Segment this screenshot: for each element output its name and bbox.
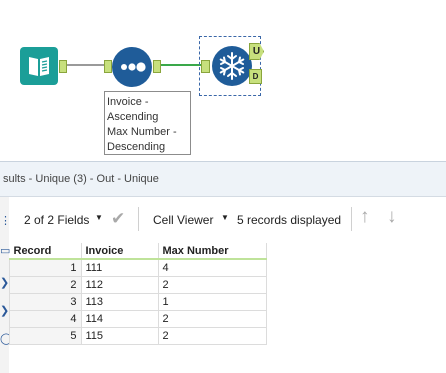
annotation-line: Max Number -: [107, 126, 177, 138]
table-cell[interactable]: 112: [80, 276, 159, 294]
column-header[interactable]: Max Number: [158, 243, 267, 260]
table-cell[interactable]: 113: [80, 293, 159, 311]
connection-line-active: [160, 64, 201, 66]
input-data-tool[interactable]: [20, 47, 58, 85]
toolbar-divider: [351, 207, 352, 231]
arrow-up-icon[interactable]: ↑: [360, 206, 370, 228]
circle-icon[interactable]: ◯: [0, 331, 12, 347]
unique-output-anchor[interactable]: U: [249, 43, 264, 60]
table-cell[interactable]: 111: [80, 258, 159, 277]
record-cell: 3: [9, 293, 82, 311]
header-row: Record Invoice Max Number: [9, 243, 267, 260]
checkmark-icon[interactable]: ✔: [111, 209, 125, 229]
book-icon: [29, 57, 49, 76]
table-row[interactable]: 4 114 2: [9, 310, 267, 328]
table-row[interactable]: 1 111 4: [9, 258, 267, 277]
input-anchor[interactable]: [201, 60, 210, 73]
grid-icon[interactable]: ⋮: [0, 213, 11, 229]
results-toolbar: 2 of 2 Fields ▼ ✔ Cell Viewer ▼ 5 record…: [0, 197, 446, 241]
record-cell: 5: [9, 327, 82, 345]
arrow-down-icon[interactable]: ↓: [387, 206, 397, 228]
table-row[interactable]: 3 113 1: [9, 293, 267, 311]
table-icon[interactable]: ▭: [0, 243, 10, 259]
workflow-canvas[interactable]: U D Invoice - Ascending Max Number - Des…: [0, 0, 446, 161]
table-cell[interactable]: 2: [157, 276, 267, 294]
results-window-header: sults - Unique (3) - Out - Unique: [0, 161, 446, 197]
input-anchor[interactable]: [104, 60, 112, 73]
side-strip: ⋮ ▭ ❯ ❯ ◯: [0, 197, 12, 373]
record-cell: 2: [9, 276, 82, 294]
table-cell[interactable]: 114: [80, 310, 159, 328]
annotation-line: Ascending: [107, 111, 159, 123]
unique-tool[interactable]: [212, 46, 252, 86]
column-header[interactable]: Invoice: [81, 243, 159, 260]
table-cell[interactable]: 4: [157, 258, 267, 277]
fields-selector[interactable]: 2 of 2 Fields: [24, 213, 89, 227]
column-header[interactable]: Record: [9, 243, 82, 260]
results-title: sults - Unique (3) - Out - Unique: [3, 173, 159, 185]
chevron-right-icon[interactable]: ❯: [0, 303, 9, 319]
table-row[interactable]: 5 115 2: [9, 327, 267, 345]
record-cell: 4: [9, 310, 82, 328]
output-anchor[interactable]: [59, 60, 67, 73]
duplicate-output-anchor[interactable]: D: [249, 69, 262, 84]
dots-icon: [121, 62, 146, 72]
table-cell[interactable]: 1: [157, 293, 267, 311]
connection-line: [66, 64, 104, 66]
results-grid: Record Invoice Max Number 1 111 4 2 112 …: [9, 243, 267, 345]
sort-tool[interactable]: [112, 47, 152, 87]
record-cell: 1: [9, 258, 82, 277]
table-cell[interactable]: 2: [157, 327, 267, 345]
output-anchor[interactable]: [153, 60, 161, 73]
chevron-right-icon[interactable]: ❯: [0, 275, 9, 291]
snowflake-icon: [219, 52, 245, 80]
table-row[interactable]: 2 112 2: [9, 276, 267, 294]
cell-viewer-dropdown[interactable]: Cell Viewer: [153, 213, 213, 227]
caret-down-icon[interactable]: ▼: [221, 213, 229, 222]
table-cell[interactable]: 2: [157, 310, 267, 328]
tool-annotation: Invoice - Ascending Max Number - Descend…: [104, 91, 191, 155]
annotation-line: Invoice -: [107, 96, 149, 108]
toolbar-divider: [138, 207, 139, 231]
records-count: 5 records displayed: [237, 213, 342, 227]
caret-down-icon[interactable]: ▼: [95, 213, 103, 222]
annotation-line: Descending: [107, 141, 166, 153]
table-cell[interactable]: 115: [80, 327, 159, 345]
